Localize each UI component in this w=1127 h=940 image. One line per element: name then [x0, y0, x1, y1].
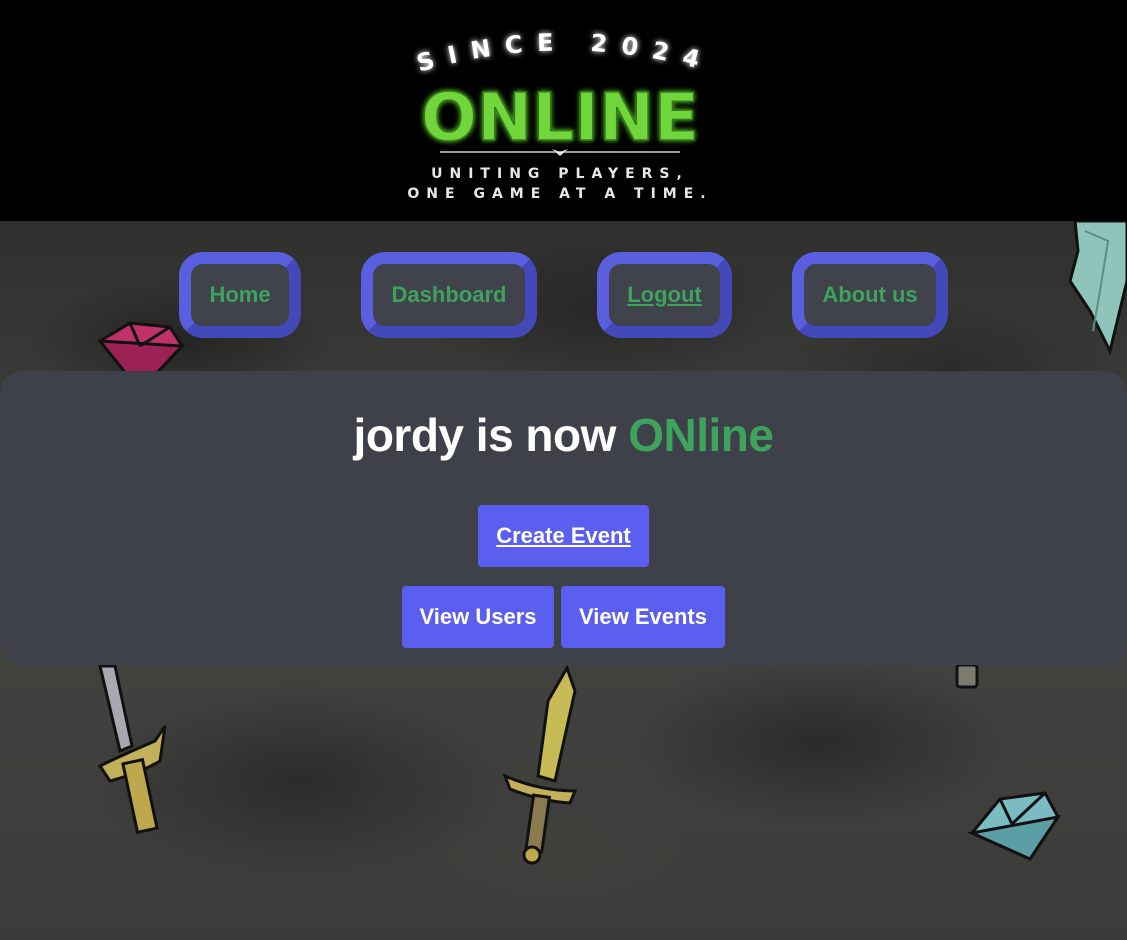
view-users-button[interactable]: View Users	[402, 586, 554, 648]
welcome-online-accent: ONline	[628, 409, 774, 461]
welcome-username-text: jordy is now	[353, 409, 629, 461]
view-events-label: View Events	[579, 604, 707, 629]
nav-dashboard-label: Dashboard	[391, 282, 507, 307]
dagger-icon	[502, 664, 578, 865]
view-events-button[interactable]: View Events	[561, 586, 725, 648]
logo-tagline-line1: UNITING PLAYERS,	[431, 166, 689, 182]
hilt-fragment-icon	[955, 663, 979, 689]
online-logo: SINCE 2024 ONLINE UNITING PLAYERS, ONE G…	[380, 28, 750, 208]
nav-home-link[interactable]: Home	[179, 252, 301, 338]
create-event-button[interactable]: Create Event	[478, 505, 649, 567]
nav-dashboard-link[interactable]: Dashboard	[361, 252, 537, 338]
diamond-icon	[967, 791, 1062, 861]
nav-home-label: Home	[209, 282, 271, 307]
sword-icon	[97, 664, 167, 835]
nav-logout-label: Logout	[627, 282, 702, 307]
view-users-label: View Users	[419, 604, 537, 629]
create-event-label: Create Event	[496, 523, 631, 548]
site-header: SINCE 2024 ONLINE UNITING PLAYERS, ONE G…	[0, 0, 1127, 221]
welcome-heading: jordy is now ONline	[0, 408, 1127, 462]
nav-about-link[interactable]: About us	[792, 252, 948, 338]
logo-arc-text: SINCE 2024	[414, 28, 717, 77]
nav-about-label: About us	[822, 282, 918, 307]
logo-tagline-line2: ONE GAME AT A TIME.	[407, 186, 712, 202]
logo-wordmark: ONLINE	[421, 79, 699, 156]
axe-icon	[1068, 221, 1127, 356]
logo-graphic: SINCE 2024 ONLINE UNITING PLAYERS, ONE G…	[407, 28, 717, 202]
nav-logout-link[interactable]: Logout	[597, 252, 732, 338]
